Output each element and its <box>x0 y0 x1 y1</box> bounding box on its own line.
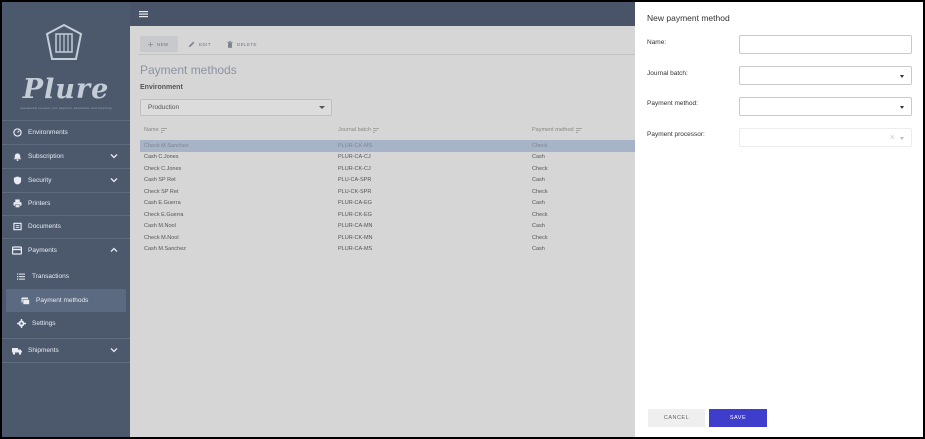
sidebar-item-label: Payments <box>28 247 57 254</box>
sidebar-item-transactions[interactable]: Transactions <box>2 265 130 288</box>
sidebar-item-shipments[interactable]: Shipments <box>2 339 130 362</box>
column-header-payment-method[interactable]: Payment method <box>532 127 582 133</box>
logo-text: Plure <box>22 74 110 105</box>
chevron-down-icon <box>110 348 118 353</box>
payment-processor-label: Payment processor: <box>647 131 705 138</box>
sort-icon <box>575 127 582 133</box>
sort-icon <box>160 127 167 133</box>
new-payment-method-panel: New payment method Name: Journal batch: … <box>635 2 923 437</box>
sidebar-item-security[interactable]: Security <box>2 169 130 192</box>
sidebar-item-label: Settings <box>32 320 56 327</box>
logo-mark-icon <box>46 24 82 60</box>
app-window: Plure seamlessly connect your payment, a… <box>2 2 923 437</box>
name-label: Name: <box>647 39 667 46</box>
sidebar-item-label: Subscription <box>28 153 64 160</box>
page-title: Payment methods <box>140 63 237 77</box>
name-input[interactable] <box>739 35 912 54</box>
sidebar-item-label: Environments <box>28 129 68 136</box>
journal-batch-label: Journal batch: <box>647 70 688 77</box>
logo: Plure seamlessly connect your payment, a… <box>2 20 130 110</box>
column-header-journal-batch[interactable]: Journal batch <box>338 127 380 133</box>
payment-processor-select[interactable]: × <box>739 128 912 147</box>
sidebar-item-label: Printers <box>28 200 51 207</box>
caret-down-icon <box>900 137 904 140</box>
sort-icon <box>373 127 380 133</box>
caret-down-icon <box>900 75 904 78</box>
bell-icon <box>12 152 22 162</box>
edit-button-label: EDIT <box>199 41 211 47</box>
sidebar-item-label: Shipments <box>28 347 59 354</box>
shield-icon <box>12 176 22 186</box>
chevron-down-icon <box>110 154 118 159</box>
plus-icon <box>148 41 153 47</box>
environment-select[interactable]: Production <box>140 99 332 116</box>
save-button[interactable]: SAVE <box>709 409 767 427</box>
edit-button[interactable]: EDIT <box>188 36 211 52</box>
caret-down-icon <box>900 106 904 109</box>
journal-batch-select[interactable] <box>739 66 912 85</box>
credit-card-icon <box>12 246 22 256</box>
sidebar-item-environments[interactable]: Environments <box>2 121 130 144</box>
sidebar-item-subscription[interactable]: Subscription <box>2 145 130 168</box>
pencil-icon <box>188 41 195 47</box>
delete-button-label: DELETE <box>237 41 257 47</box>
document-icon <box>12 222 22 232</box>
caret-down-icon <box>319 106 325 109</box>
sidebar-item-payments[interactable]: Payments <box>2 239 130 262</box>
gear-icon <box>16 319 26 329</box>
nav-divider <box>2 362 130 363</box>
environment-select-value: Production <box>148 104 180 111</box>
sidebar: Plure seamlessly connect your payment, a… <box>2 2 130 437</box>
truck-icon <box>12 346 22 356</box>
sidebar-item-settings[interactable]: Settings <box>2 312 130 335</box>
new-button[interactable]: NEW <box>140 36 178 52</box>
clear-icon[interactable]: × <box>890 132 895 142</box>
chevron-down-icon <box>110 178 118 183</box>
sidebar-item-payment-methods[interactable]: Payment methods <box>6 289 126 312</box>
list-icon <box>16 272 26 282</box>
sidebar-item-label: Payment methods <box>36 297 89 304</box>
chevron-up-icon <box>110 247 118 252</box>
new-button-label: NEW <box>157 41 169 47</box>
logo-tagline: seamlessly connect your payment, acquisi… <box>20 106 112 110</box>
column-header-name[interactable]: Name <box>144 127 167 133</box>
sidebar-item-label: Transactions <box>32 273 69 280</box>
printer-icon <box>12 199 22 209</box>
cancel-button[interactable]: CANCEL <box>648 409 705 427</box>
gauge-icon <box>12 128 22 138</box>
panel-title: New payment method <box>647 13 730 23</box>
sidebar-item-label: Documents <box>28 223 61 230</box>
environment-label: Environment <box>140 84 183 91</box>
sidebar-item-label: Security <box>28 177 52 184</box>
sidebar-item-documents[interactable]: Documents <box>2 215 130 238</box>
delete-button[interactable]: DELETE <box>227 36 257 52</box>
payment-method-select[interactable] <box>739 97 912 116</box>
sidebar-item-printers[interactable]: Printers <box>2 192 130 215</box>
trash-icon <box>227 40 233 48</box>
wallet-icon <box>20 296 30 306</box>
hamburger-menu-icon[interactable] <box>139 9 149 19</box>
payment-method-label: Payment method: <box>647 100 698 107</box>
